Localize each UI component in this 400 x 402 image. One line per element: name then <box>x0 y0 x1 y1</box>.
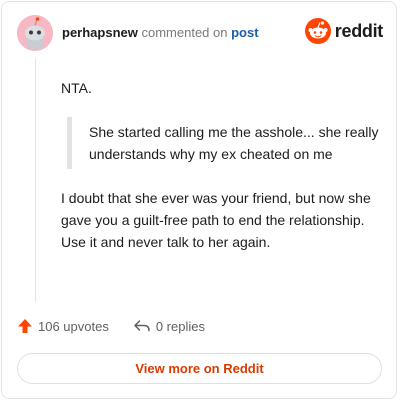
comment-actions: 106 upvotes 0 replies <box>17 318 205 334</box>
view-more-button[interactable]: View more on Reddit <box>17 353 382 384</box>
logo-text: reddit <box>334 20 384 41</box>
avatar[interactable] <box>17 15 53 51</box>
thread-line <box>35 58 36 302</box>
action-text: commented on <box>141 25 228 40</box>
upvote-arrow-icon <box>18 319 32 333</box>
upvote-button[interactable]: 106 upvotes <box>17 318 109 334</box>
quote-text: She started calling me the asshole... sh… <box>89 124 379 162</box>
blockquote: She started calling me the asshole... sh… <box>67 117 381 169</box>
username[interactable]: perhapsnew <box>62 25 138 40</box>
comment-paragraph: I doubt that she ever was your friend, b… <box>61 190 371 250</box>
comment-body: NTA. She started calling me the asshole.… <box>61 77 381 253</box>
reply-count: 0 replies <box>155 318 205 334</box>
upvote-count: 106 upvotes <box>38 318 109 334</box>
reply-arrow-icon <box>134 320 150 332</box>
snoo-avatar-icon <box>17 15 53 51</box>
comment-paragraph: NTA. <box>61 80 92 96</box>
reddit-snoo-icon <box>304 18 331 44</box>
comment-header: perhapsnew commented on post <box>62 25 259 40</box>
reddit-logo[interactable]: reddit <box>304 18 384 44</box>
post-link[interactable]: post <box>231 25 258 40</box>
replies-button[interactable]: 0 replies <box>133 318 205 334</box>
